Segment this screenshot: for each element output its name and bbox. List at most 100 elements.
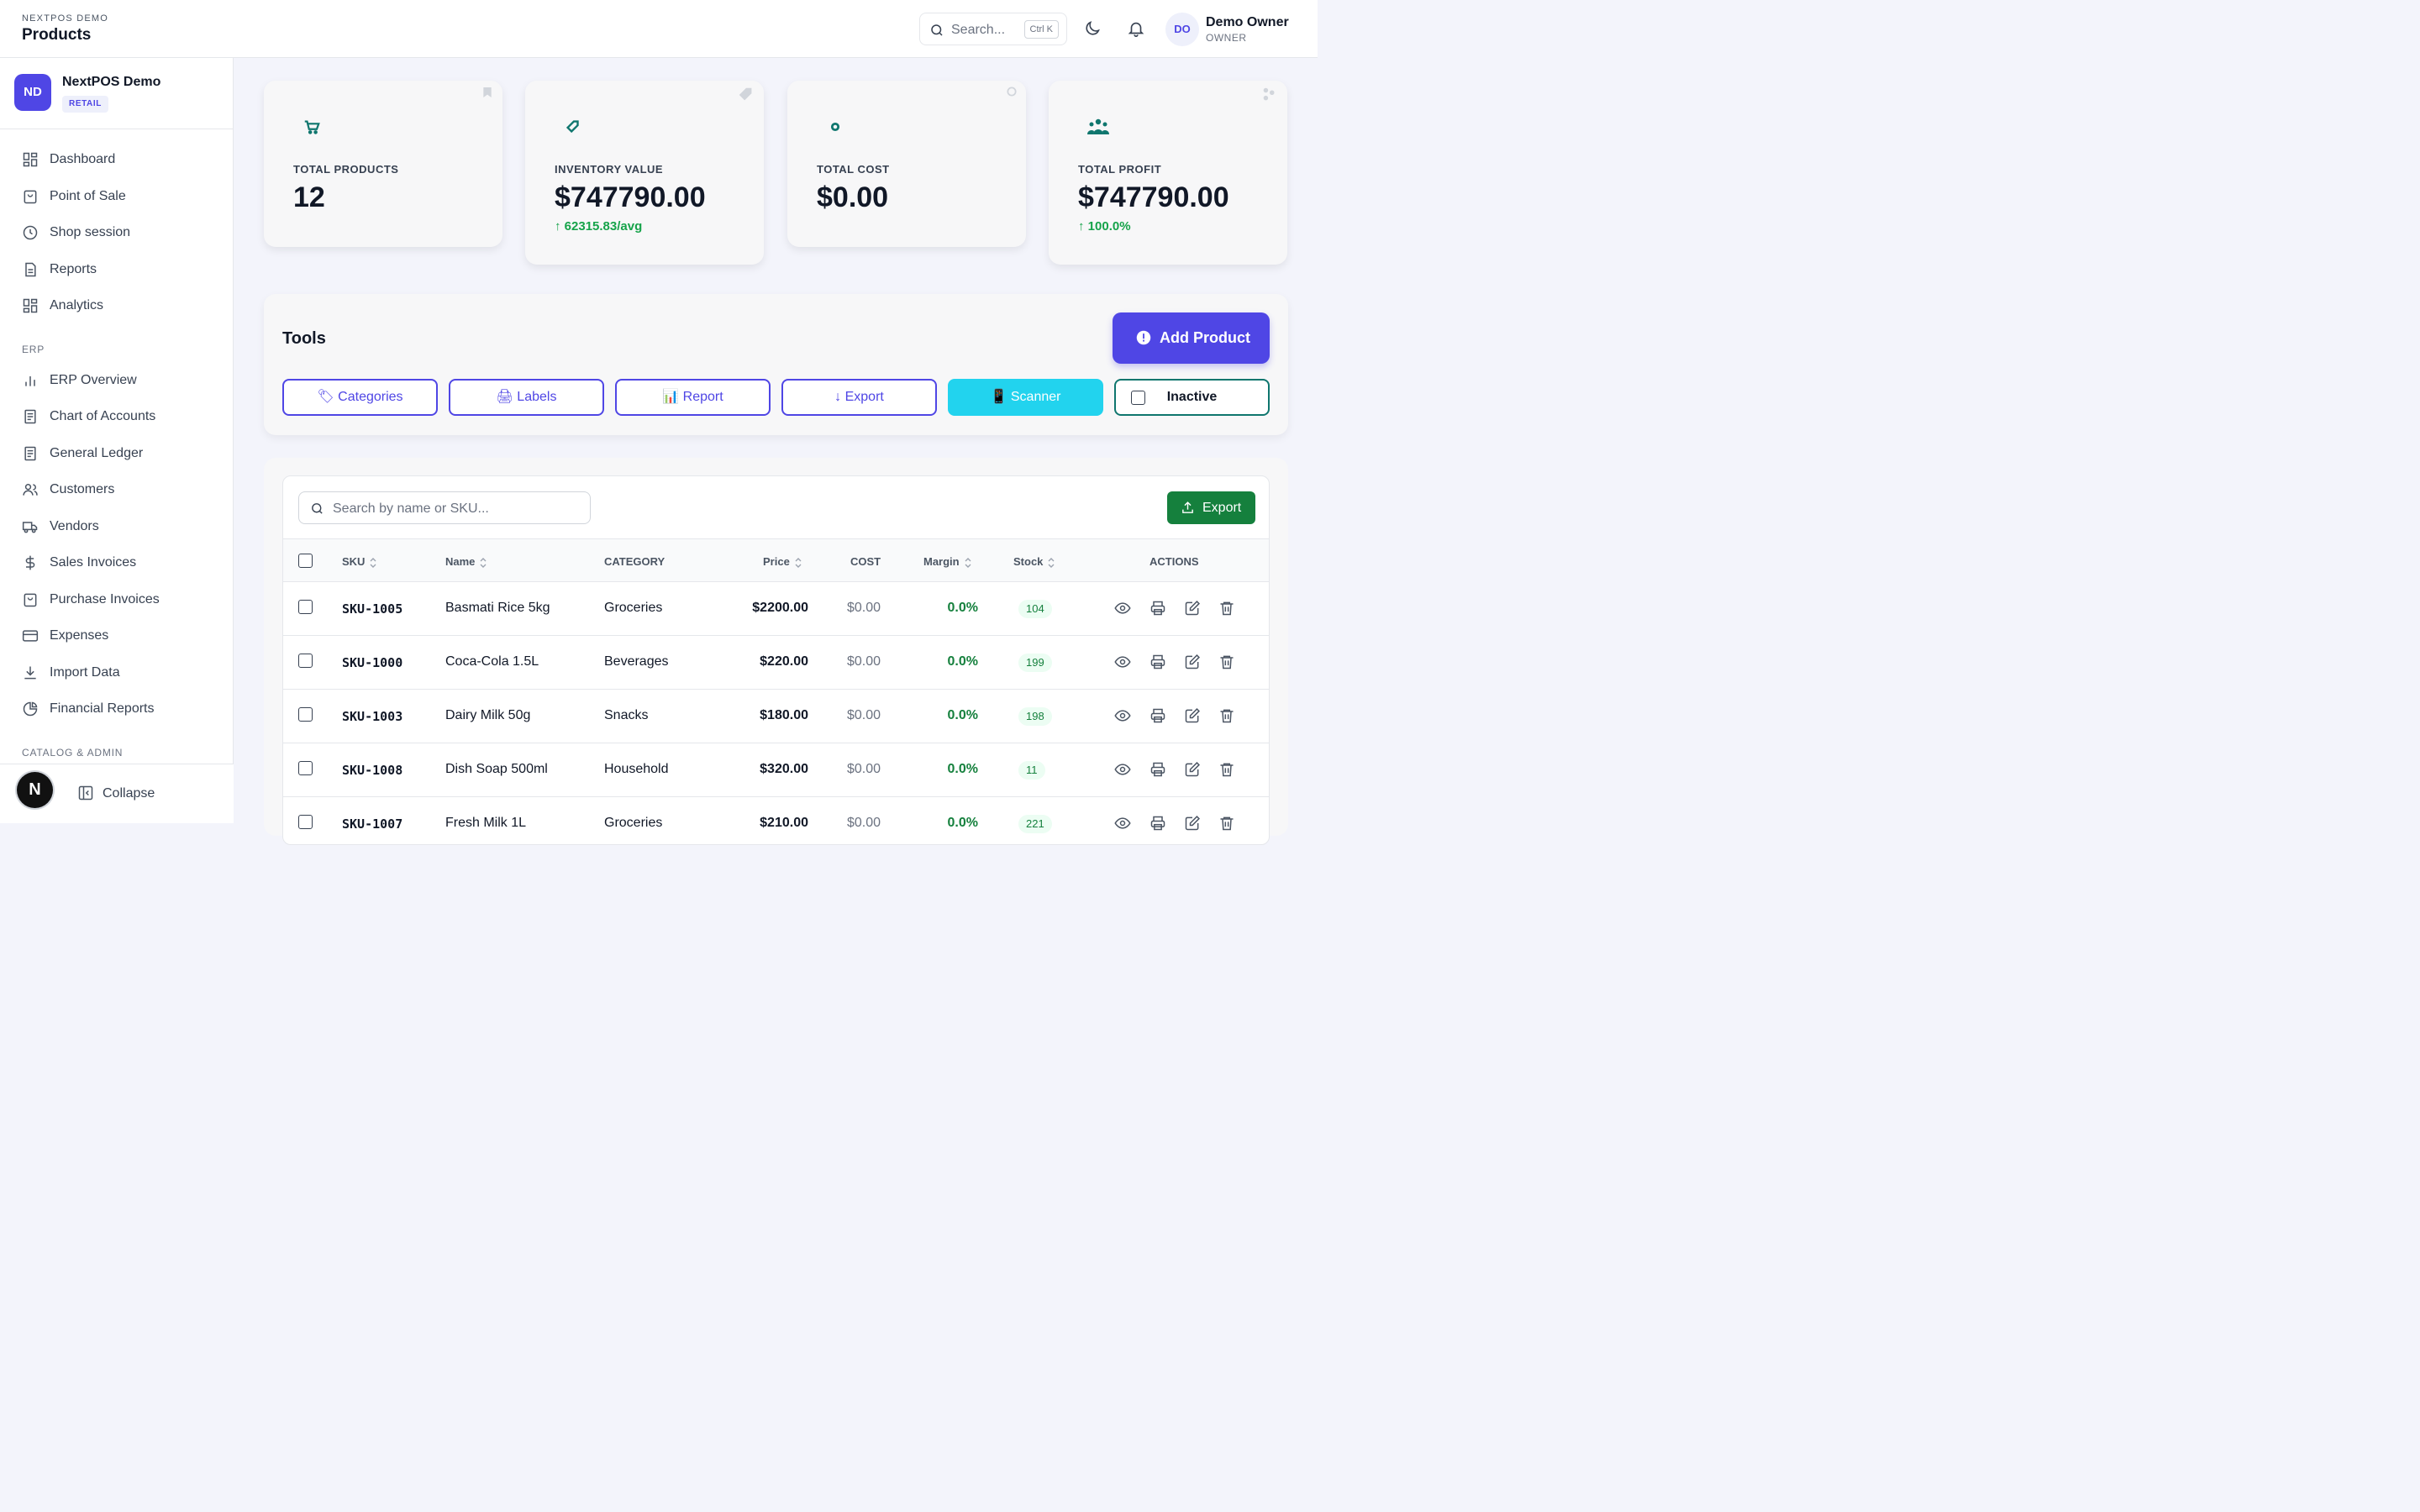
eye-icon[interactable]: [1114, 761, 1131, 778]
trash-icon[interactable]: [1218, 707, 1235, 724]
stat-trend: ↑ 62315.83/avg: [555, 219, 643, 234]
table-row[interactable]: SKU-1000 Coca-Cola 1.5L Beverages $220.00 $0…: [283, 636, 1269, 690]
app-logo[interactable]: N: [17, 772, 53, 808]
user-role: OWNER: [1206, 32, 1247, 44]
trash-icon[interactable]: [1218, 600, 1235, 617]
sidebar-item-analytics[interactable]: Analytics: [0, 289, 234, 323]
trash-icon[interactable]: [1218, 761, 1235, 778]
stat-trend: ↑ 100.0%: [1078, 219, 1131, 234]
stat-card-inventory-value: INVENTORY VALUE $747790.00 ↑ 62315.83/av…: [525, 81, 764, 265]
edit-icon[interactable]: [1184, 600, 1201, 617]
stat-label: TOTAL PRODUCTS: [293, 163, 399, 176]
sort-icon: [370, 557, 376, 568]
edit-icon[interactable]: [1184, 815, 1201, 832]
moon-icon[interactable]: [1083, 19, 1102, 38]
printer-icon[interactable]: [1150, 761, 1166, 778]
tag-decoration-icon: [737, 86, 755, 104]
cell-price: $320.00: [760, 762, 808, 776]
sidebar-item-import-data[interactable]: Import Data: [0, 656, 234, 690]
edit-icon[interactable]: [1184, 707, 1201, 724]
eye-icon[interactable]: [1114, 707, 1131, 724]
sidebar-item-shop-session[interactable]: Shop session: [0, 216, 234, 249]
sidebar-item-sales-invoices[interactable]: Sales Invoices: [0, 546, 234, 580]
sidebar-item-customers[interactable]: Customers: [0, 473, 234, 507]
table-row[interactable]: SKU-1007 Fresh Milk 1L Groceries $210.00 $0.…: [283, 797, 1269, 844]
categories-button[interactable]: 🏷 Categories: [282, 379, 438, 416]
sidebar-item-erp-overview[interactable]: ERP Overview: [0, 364, 234, 397]
column-name[interactable]: Name: [445, 555, 487, 568]
collapse-icon[interactable]: [77, 785, 94, 801]
sidebar-item-dashboard[interactable]: Dashboard: [0, 143, 234, 176]
ledger-icon: [22, 408, 39, 425]
trash-icon[interactable]: [1218, 815, 1235, 832]
bell-icon[interactable]: [1127, 19, 1145, 38]
column-sku[interactable]: SKU: [342, 555, 376, 568]
printer-icon[interactable]: [1150, 654, 1166, 670]
sidebar-item-label: Customers: [50, 482, 115, 496]
products-section: Search by name or SKU... Export SKU Name…: [264, 458, 1288, 845]
avatar[interactable]: DO: [1165, 13, 1199, 46]
row-checkbox[interactable]: [298, 654, 313, 668]
table-export-button[interactable]: Export: [1167, 491, 1255, 524]
eye-icon[interactable]: [1114, 600, 1131, 617]
sidebar-item-chart-of-accounts[interactable]: Chart of Accounts: [0, 400, 234, 433]
collapse-button[interactable]: Collapse: [103, 786, 155, 801]
sidebar-item-expenses[interactable]: Expenses: [0, 619, 234, 653]
row-checkbox[interactable]: [298, 707, 313, 722]
sidebar-item-purchase-invoices[interactable]: Purchase Invoices: [0, 583, 234, 617]
cell-price: $2200.00: [752, 601, 808, 615]
cell-cost: $0.00: [847, 601, 881, 615]
sort-icon: [795, 557, 802, 568]
eye-icon[interactable]: [1114, 815, 1131, 832]
select-all-checkbox[interactable]: [298, 554, 313, 568]
table-row[interactable]: SKU-1003 Dairy Milk 50g Snacks $180.00 $0.00…: [283, 690, 1269, 743]
printer-icon[interactable]: [1150, 707, 1166, 724]
table-row[interactable]: SKU-1005 Basmati Rice 5kg Groceries $2200.0…: [283, 582, 1269, 636]
printer-icon[interactable]: [1150, 815, 1166, 832]
cell-sku: SKU-1005: [342, 601, 403, 617]
trash-icon[interactable]: [1218, 654, 1235, 670]
cart-icon: [302, 118, 321, 136]
sidebar-item-point-of-sale[interactable]: Point of Sale: [0, 180, 234, 213]
inactive-toggle[interactable]: Inactive: [1114, 379, 1270, 416]
column-cost: COST: [850, 555, 881, 568]
tools-title: Tools: [282, 329, 326, 348]
sidebar-item-general-ledger[interactable]: General Ledger: [0, 437, 234, 470]
cell-category: Household: [604, 762, 669, 776]
cell-sku: SKU-1008: [342, 763, 403, 778]
edit-icon[interactable]: [1184, 654, 1201, 670]
global-search[interactable]: Search... Ctrl K: [919, 13, 1067, 45]
sidebar-item-vendors[interactable]: Vendors: [0, 510, 234, 543]
cell-name: Fresh Milk 1L: [445, 816, 527, 830]
column-price[interactable]: Price: [763, 555, 802, 568]
labels-button[interactable]: 🖨 Labels: [449, 379, 604, 416]
clock-icon: [22, 224, 39, 241]
table-row[interactable]: SKU-1008 Dish Soap 500ml Household $320.00 $…: [283, 743, 1269, 797]
export-tool-button[interactable]: ↓ Export: [781, 379, 937, 416]
product-search-input[interactable]: Search by name or SKU...: [298, 491, 591, 524]
row-checkbox[interactable]: [298, 600, 313, 614]
add-product-button[interactable]: Add Product: [1113, 312, 1270, 364]
report-button[interactable]: 📊 Report: [615, 379, 771, 416]
sidebar-item-label: Dashboard: [50, 152, 116, 166]
edit-icon[interactable]: [1184, 761, 1201, 778]
eye-icon[interactable]: [1114, 654, 1131, 670]
column-stock[interactable]: Stock: [1013, 555, 1055, 568]
cell-margin: 0.0%: [947, 654, 978, 669]
printer-icon[interactable]: [1150, 600, 1166, 617]
stock-badge: 11: [1018, 761, 1045, 780]
cell-name: Basmati Rice 5kg: [445, 601, 550, 615]
row-checkbox[interactable]: [298, 815, 313, 829]
sidebar-item-financial-reports[interactable]: Financial Reports: [0, 692, 234, 726]
arrow-up-icon: ↑: [1078, 219, 1088, 234]
product-search-placeholder: Search by name or SKU...: [333, 501, 489, 516]
row-checkbox[interactable]: [298, 761, 313, 775]
org-switcher[interactable]: ND NextPOS Demo RETAIL: [0, 58, 234, 129]
scanner-button[interactable]: 📱 Scanner: [948, 379, 1103, 416]
stat-value: $747790.00: [1078, 181, 1229, 213]
sidebar-item-reports[interactable]: Reports: [0, 253, 234, 286]
shopping-bag-icon: [22, 188, 39, 205]
cell-category: Groceries: [604, 816, 663, 830]
column-margin[interactable]: Margin: [923, 555, 971, 568]
inactive-checkbox[interactable]: [1131, 391, 1145, 405]
